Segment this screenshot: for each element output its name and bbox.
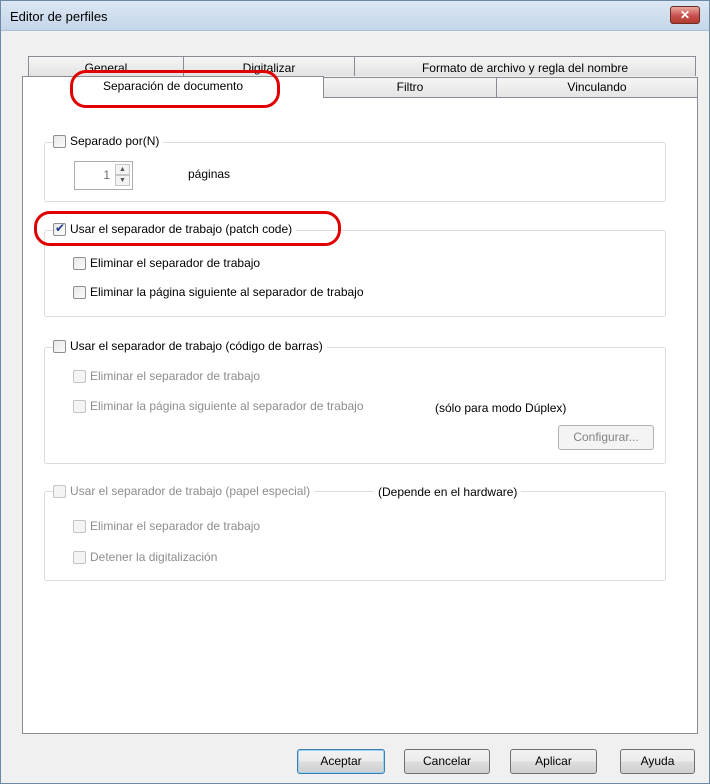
group-separado-por — [44, 142, 666, 202]
barcode-remove-separator-checkbox[interactable]: Eliminar el separador de trabajo — [73, 369, 265, 383]
separado-por-checkbox[interactable]: Separado por(N) — [53, 134, 164, 148]
cancel-button[interactable]: Cancelar — [404, 749, 490, 774]
stop-scanning-checkbox[interactable]: Detener la digitalización — [73, 550, 222, 564]
group-special-paper — [44, 491, 666, 581]
patch-remove-next-page-checkbox[interactable]: Eliminar la página siguiente al separado… — [73, 285, 368, 299]
barcode-remove-next-page-label: Eliminar la página siguiente al separado… — [90, 399, 364, 413]
apply-button[interactable]: Aplicar — [510, 749, 597, 774]
patch-remove-next-page-label: Eliminar la página siguiente al separado… — [90, 285, 364, 299]
patch-remove-separator-checkbox[interactable]: Eliminar el separador de trabajo — [73, 256, 265, 270]
title-bar: Editor de perfiles ✕ — [1, 1, 709, 31]
pages-spinner-value: 1 — [103, 168, 110, 182]
special-paper-checkbox[interactable]: Usar el separador de trabajo (papel espe… — [53, 484, 315, 498]
checkbox-box — [53, 134, 66, 148]
spin-up-icon[interactable]: ▲ — [115, 164, 130, 175]
special-paper-label: Usar el separador de trabajo (papel espe… — [70, 484, 311, 498]
separado-por-label: Separado por(N) — [70, 134, 160, 148]
checkbox-box — [73, 256, 86, 270]
checkbox-box — [53, 484, 66, 498]
checkbox-box — [73, 550, 86, 564]
spinner-buttons: ▲ ▼ — [115, 164, 130, 187]
checkbox-box — [53, 339, 66, 353]
highlight-tab-mark — [70, 70, 280, 108]
tab-vinculando[interactable]: Vinculando — [496, 77, 698, 99]
help-button[interactable]: Ayuda — [620, 749, 695, 774]
patch-remove-separator-label: Eliminar el separador de trabajo — [90, 256, 261, 270]
configure-button[interactable]: Configurar... — [558, 425, 654, 450]
barcode-remove-next-page-checkbox[interactable]: Eliminar la página siguiente al separado… — [73, 399, 368, 413]
special-remove-separator-label: Eliminar el separador de trabajo — [90, 519, 261, 533]
special-remove-separator-checkbox[interactable]: Eliminar el separador de trabajo — [73, 519, 265, 533]
pages-spinner[interactable]: 1 ▲ ▼ — [74, 161, 133, 190]
checkbox-box — [73, 369, 86, 383]
checkbox-box — [73, 285, 86, 299]
close-button[interactable]: ✕ — [670, 6, 700, 24]
highlight-patch-code-mark — [34, 211, 341, 246]
window-title: Editor de perfiles — [10, 9, 108, 24]
barcode-label: Usar el separador de trabajo (código de … — [70, 339, 323, 353]
spin-down-icon[interactable]: ▼ — [115, 175, 130, 186]
stop-scanning-label: Detener la digitalización — [90, 550, 218, 564]
duplex-note: (sólo para modo Dúplex) — [435, 401, 567, 415]
checkbox-box — [73, 519, 86, 533]
tab-filtro[interactable]: Filtro — [323, 77, 497, 99]
tab-formato-archivo[interactable]: Formato de archivo y regla del nombre — [354, 56, 696, 76]
pages-unit-label: páginas — [188, 167, 231, 181]
ok-button[interactable]: Aceptar — [297, 749, 385, 774]
barcode-remove-separator-label: Eliminar el separador de trabajo — [90, 369, 261, 383]
barcode-checkbox[interactable]: Usar el separador de trabajo (código de … — [53, 339, 327, 353]
hardware-note: (Depende en el hardware) — [374, 485, 522, 499]
checkbox-box — [73, 399, 86, 413]
profile-editor-window: Editor de perfiles ✕ General Digitalizar… — [0, 0, 710, 784]
